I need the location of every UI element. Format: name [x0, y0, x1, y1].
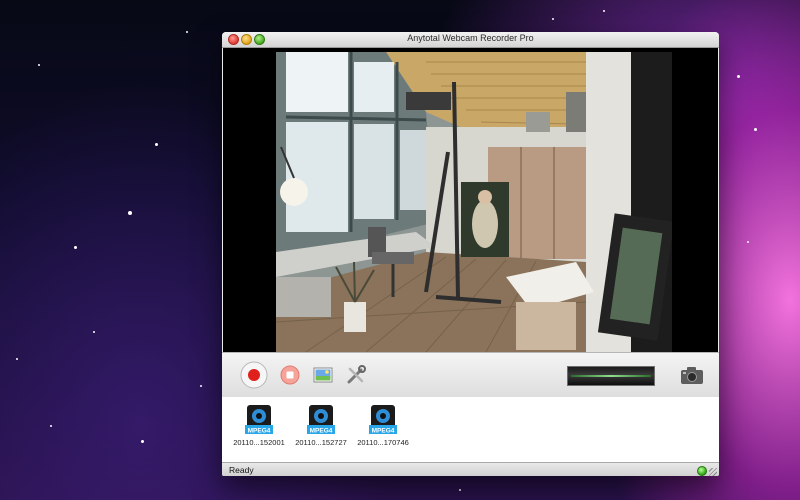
resize-grip-icon[interactable]	[709, 468, 717, 476]
status-text: Ready	[229, 465, 254, 475]
star	[186, 31, 188, 33]
status-bar: Ready	[222, 462, 719, 476]
webcam-preview	[223, 48, 718, 352]
star	[141, 440, 144, 443]
file-name: 20110...170746	[357, 438, 409, 447]
file-item[interactable]: MPEG4 20110...152727	[289, 405, 353, 447]
file-item[interactable]: MPEG4 20110...152001	[227, 405, 291, 447]
star	[128, 211, 132, 215]
svg-text:MPEG4: MPEG4	[248, 427, 271, 434]
svg-text:MPEG4: MPEG4	[372, 427, 395, 434]
camera-icon	[681, 367, 703, 384]
star	[552, 18, 554, 20]
star	[737, 75, 740, 78]
star	[747, 241, 749, 243]
tools-icon	[347, 365, 366, 384]
file-name: 20110...152727	[295, 438, 347, 447]
title-bar[interactable]: Anytotal Webcam Recorder Pro	[222, 32, 719, 48]
control-toolbar	[222, 352, 719, 398]
window-title: Anytotal Webcam Recorder Pro	[407, 33, 534, 43]
snapshot-folder-button[interactable]	[308, 360, 338, 390]
star	[16, 358, 18, 360]
audio-level-meter	[567, 366, 655, 386]
star	[603, 10, 605, 12]
star	[459, 489, 461, 491]
studio-scene-image	[276, 52, 672, 352]
mpeg4-file-icon: MPEG4	[245, 405, 273, 435]
star	[200, 385, 202, 387]
file-name: 20110...152001	[233, 438, 285, 447]
star	[74, 246, 77, 249]
stop-icon	[280, 365, 300, 385]
star	[93, 331, 95, 333]
star	[754, 128, 757, 131]
app-window: Anytotal Webcam Recorder Pro MPEG4 20110…	[222, 32, 719, 476]
star	[38, 64, 40, 66]
record-icon	[240, 361, 268, 389]
settings-button[interactable]	[341, 360, 371, 390]
mpeg4-file-icon: MPEG4	[369, 405, 397, 435]
file-item[interactable]: MPEG4 20110...170746	[351, 405, 415, 447]
star	[155, 143, 158, 146]
status-indicator-icon	[697, 466, 707, 476]
svg-text:MPEG4: MPEG4	[310, 427, 333, 434]
stop-button[interactable]	[275, 360, 305, 390]
record-button[interactable]	[239, 360, 269, 390]
take-photo-button[interactable]	[677, 360, 707, 390]
recorded-files-list: MPEG4 20110...152001 MPEG4 20110...15272…	[222, 397, 719, 462]
webcam-frame-image	[276, 52, 672, 352]
audio-level-bar	[571, 375, 651, 377]
star	[50, 425, 52, 427]
image-icon	[313, 367, 333, 383]
mpeg4-file-icon: MPEG4	[307, 405, 335, 435]
